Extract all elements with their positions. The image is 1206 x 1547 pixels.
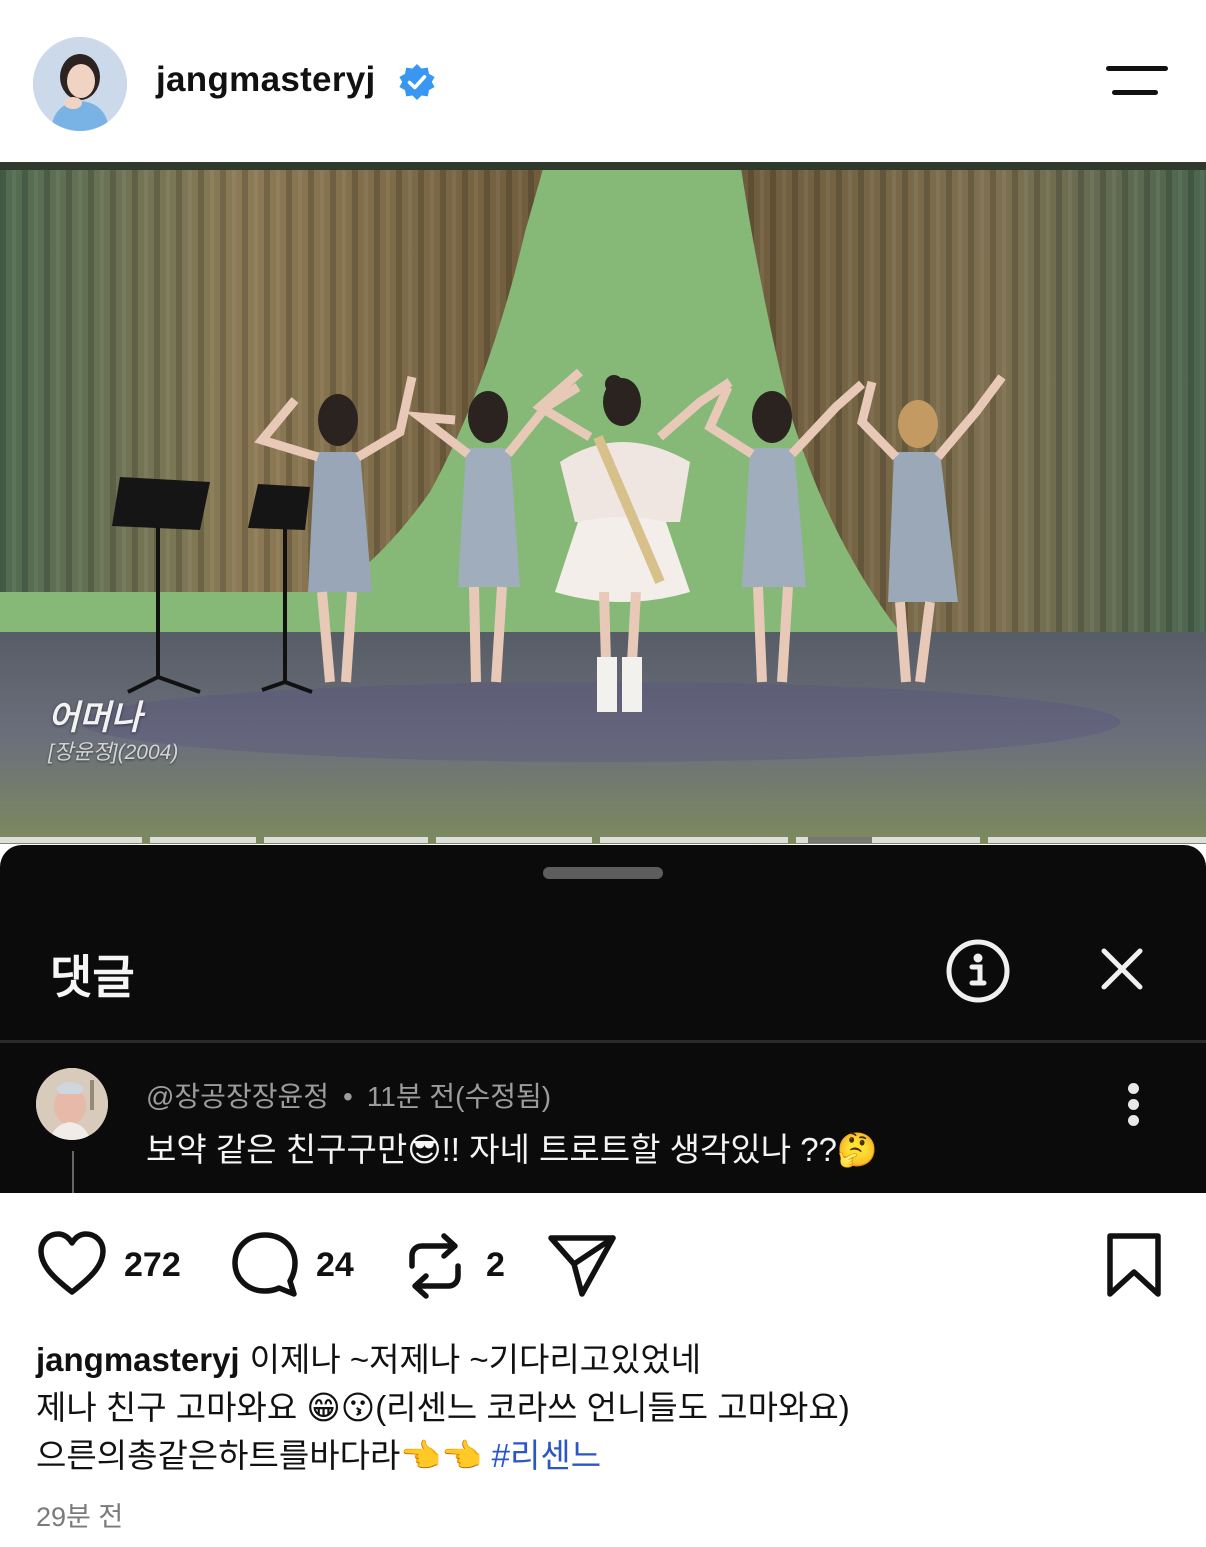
comment-count: 24 <box>316 1246 354 1284</box>
post-timestamp: 29분 전 <box>36 1502 124 1532</box>
video-caption-title: 어머나 <box>48 699 142 737</box>
caption-line-3: 으른의총같은하트를바다라👈👈 #리센느 <box>36 1432 1176 1480</box>
repost-icon[interactable] <box>404 1230 466 1307</box>
post-header: jangmasteryj <box>0 0 1206 162</box>
repost-count: 2 <box>486 1246 505 1284</box>
sheet-divider <box>0 1040 1206 1043</box>
comments-title: 댓글 <box>50 951 135 1003</box>
verified-badge-icon <box>398 63 436 101</box>
profile-avatar[interactable] <box>33 37 127 131</box>
comment-author-avatar[interactable] <box>36 1068 108 1140</box>
comment-time: 11분 전(수정됨) <box>366 1081 552 1112</box>
share-icon[interactable] <box>546 1230 618 1303</box>
info-icon[interactable] <box>944 937 1012 1005</box>
more-options-icon[interactable] <box>1120 1083 1148 1127</box>
header-username[interactable]: jangmasteryj <box>156 60 376 100</box>
close-icon[interactable] <box>1098 945 1146 993</box>
sheet-drag-handle[interactable] <box>543 867 663 879</box>
caption-line-2: 제나 친구 고마와요 😁😗(리센느 코라쓰 언니들도 고마와요) <box>36 1389 850 1426</box>
post-video[interactable]: 어머나 [장윤정](2004) <box>0 162 1206 844</box>
comment-icon[interactable] <box>230 1230 300 1305</box>
caption-line-1: jangmasteryj 이제나 ~저제나 ~기다리고있었네 <box>36 1336 1176 1384</box>
like-count: 272 <box>124 1246 181 1284</box>
caption-username[interactable]: jangmasteryj <box>36 1341 240 1378</box>
video-caption-subtitle: [장윤정](2004) <box>48 741 179 764</box>
caption-text-3: 으른의총같은하트를바다라👈👈 <box>36 1437 492 1474</box>
comment-author[interactable]: @장공장장윤정 <box>146 1081 329 1112</box>
post-caption: jangmasteryj 이제나 ~저제나 ~기다리고있었네 제나 친구 고마와요… <box>36 1336 1176 1480</box>
post-action-bar: 272 24 2 <box>0 1230 1206 1302</box>
comments-sheet: 댓글 @장공장장윤정 • 11분 전(수정됨) 보약 같은 친구구만😎!! 자네 트… <box>0 845 1206 1193</box>
hashtag-link[interactable]: #리센느 <box>492 1437 601 1474</box>
meta-separator: • <box>343 1081 353 1112</box>
video-frame <box>0 162 1206 844</box>
comment-text: 보약 같은 친구구만😎!! 자네 트로트할 생각있나 ??🤔 <box>146 1131 879 1168</box>
bookmark-icon[interactable] <box>1104 1232 1164 1303</box>
comment-meta: @장공장장윤정 • 11분 전(수정됨) <box>146 1075 551 1115</box>
caption-text-1: 이제나 ~저제나 ~기다리고있었네 <box>249 1341 702 1378</box>
menu-icon[interactable] <box>1106 62 1172 102</box>
heart-icon[interactable] <box>36 1230 108 1303</box>
video-progress-bar[interactable] <box>0 837 1206 843</box>
comment-thread-line <box>72 1151 74 1193</box>
